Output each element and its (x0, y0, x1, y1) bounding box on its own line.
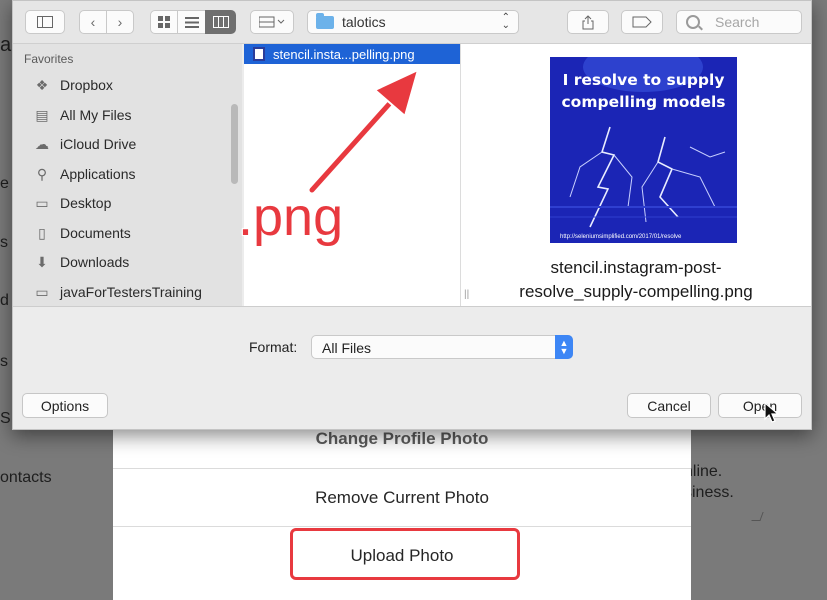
folder-icon (316, 13, 334, 29)
bg-text-fragment: a (0, 34, 12, 56)
arrange-button[interactable] (250, 10, 294, 34)
preview-pane: I resolve to supply compelling models ht… (461, 44, 811, 306)
open-button[interactable]: Open (718, 393, 802, 418)
favorites-heading: Favorites (24, 52, 74, 66)
options-button[interactable]: Options (22, 393, 108, 418)
sidebar-item-label: All My Files (60, 107, 132, 123)
format-value: All Files (322, 340, 372, 356)
cloud-icon: ☁ (35, 135, 49, 152)
sidebar-item-documents[interactable]: ▯ Documents (33, 222, 131, 244)
sidebar-item-label: iCloud Drive (60, 136, 137, 152)
thumbnail-caption-line: compelling models (561, 93, 726, 111)
change-profile-photo-modal: Change Profile Photo Remove Current Phot… (113, 410, 691, 600)
sidebar-item-label: Desktop (60, 195, 112, 211)
icon-view-button[interactable] (150, 10, 178, 34)
all-files-icon: ▤ (35, 106, 49, 123)
format-select[interactable]: All Files ▲ ▼ (311, 335, 573, 359)
sidebar-item-icloud-drive[interactable]: ☁ iCloud Drive (33, 133, 136, 155)
dialog-toolbar: ‹ › talotics ⌃ ⌄ Search (13, 1, 811, 44)
folder-icon: ▭ (35, 283, 49, 300)
preview-filename-line: stencil.instagram-post- (550, 258, 722, 277)
remove-photo-button[interactable]: Remove Current Photo (113, 468, 691, 527)
downloads-icon: ⬇ (36, 253, 48, 270)
bg-text-fragment: s (0, 353, 8, 370)
resize-grip-icon (751, 512, 764, 521)
share-icon (582, 14, 594, 29)
thumbnail-caption-line: I resolve to supply (562, 71, 725, 89)
bg-text-fragment: ontacts (0, 469, 52, 486)
sidebar-item-downloads[interactable]: ⬇ Downloads (33, 251, 129, 273)
sidebar-item-label: Documents (60, 225, 131, 241)
sidebar-item-label: Applications (60, 166, 136, 182)
sidebar-toggle-button[interactable] (25, 10, 65, 34)
chevron-right-icon: › (117, 14, 123, 30)
grid-icon (158, 16, 170, 28)
sidebar-item-label: Dropbox (60, 77, 113, 93)
file-name: stencil.insta...pelling.png (273, 46, 415, 62)
back-button[interactable]: ‹ (79, 10, 107, 34)
path-select[interactable]: talotics ⌃ ⌄ (307, 10, 519, 34)
tag-icon (632, 16, 652, 28)
mouse-cursor-icon (764, 402, 780, 423)
preview-thumbnail: I resolve to supply compelling models ht… (550, 57, 737, 243)
chevron-left-icon: ‹ (90, 14, 96, 30)
file-row-selected[interactable]: stencil.insta...pelling.png (244, 44, 460, 64)
cancel-button[interactable]: Cancel (627, 393, 711, 418)
column-resize-handle[interactable]: || (464, 289, 469, 300)
sidebar-item-label: Downloads (60, 254, 130, 270)
sidebar-item-all-my-files[interactable]: ▤ All My Files (33, 104, 132, 126)
documents-icon: ▯ (38, 224, 46, 241)
updown-icon: ▲ ▼ (555, 335, 573, 359)
sidebar-item-dropbox[interactable]: ❖ Dropbox (33, 74, 113, 96)
applications-icon: ⚲ (36, 165, 48, 182)
sidebar-scrollbar[interactable] (231, 104, 238, 184)
divider (13, 306, 811, 307)
list-icon (184, 16, 199, 28)
file-column: stencil.insta...pelling.png (244, 44, 461, 306)
highlight-box (290, 528, 520, 580)
updown-icon: ⌃ ⌄ (501, 12, 510, 31)
sidebar-item-applications[interactable]: ⚲ Applications (33, 163, 136, 185)
search-placeholder: Search (715, 14, 760, 30)
image-file-icon (253, 47, 265, 61)
tags-button[interactable] (621, 10, 663, 34)
forward-button[interactable]: › (106, 10, 134, 34)
bg-text-fragment: s (0, 234, 8, 251)
bg-text-fragment: siness. (684, 484, 734, 501)
open-file-dialog: ‹ › talotics ⌃ ⌄ Search Favorites ❖ Drop… (12, 0, 812, 430)
favorites-sidebar: Favorites ❖ Dropbox ▤ All My Files ☁ iCl… (13, 44, 242, 306)
columns-icon (212, 16, 229, 28)
bio-textarea: nline. siness. (680, 455, 770, 525)
column-view-button[interactable] (205, 10, 236, 34)
search-icon (686, 15, 700, 29)
bg-text-fragment: e (0, 175, 9, 192)
preview-filename-line: resolve_supply-compelling.png (519, 282, 753, 301)
dropbox-icon: ❖ (35, 76, 49, 93)
preview-filename: stencil.instagram-post- resolve_supply-c… (461, 256, 811, 304)
thumbnail-caption: I resolve to supply compelling models (550, 69, 737, 113)
sidebar-icon (37, 16, 53, 28)
desktop-icon: ▭ (35, 194, 49, 211)
arrange-icon (259, 16, 285, 28)
thumbnail-url: http://seleniumsimplified.com/2017/01/re… (560, 234, 682, 240)
path-text: talotics (342, 14, 386, 30)
png-annotation-label: .png (237, 186, 344, 248)
sidebar-item-label: javaForTestersTraining (60, 284, 202, 300)
sidebar-item-javafortesterstraining[interactable]: ▭ javaForTestersTraining (33, 281, 202, 303)
bg-text-fragment: S (0, 410, 11, 427)
format-label: Format: (249, 339, 298, 355)
sidebar-item-desktop[interactable]: ▭ Desktop (33, 192, 111, 214)
share-button[interactable] (567, 10, 609, 34)
list-view-button[interactable] (177, 10, 206, 34)
search-field[interactable]: Search (676, 10, 802, 34)
